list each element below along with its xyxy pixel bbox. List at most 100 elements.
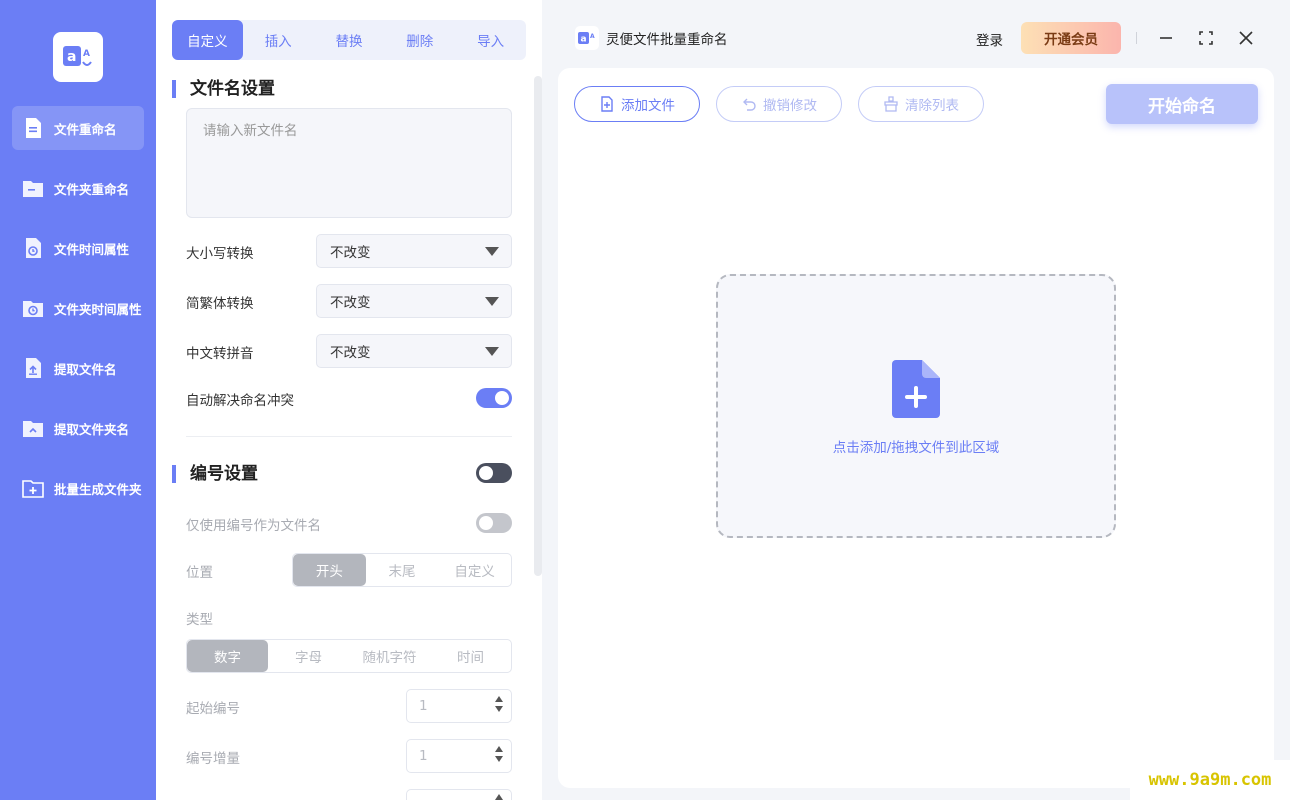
file-plus-icon — [892, 360, 940, 418]
add-file-button[interactable]: 添加文件 — [574, 86, 700, 122]
svg-text:a: a — [581, 35, 587, 45]
divider — [186, 436, 512, 437]
caret-down-icon — [485, 297, 499, 306]
type-label: 类型 — [186, 612, 213, 628]
clear-list-button[interactable]: 清除列表 — [858, 86, 984, 122]
type-option-time[interactable]: 时间 — [430, 640, 511, 672]
vip-button[interactable]: 开通会员 — [1021, 22, 1121, 54]
sidebar-item-file-rename[interactable]: 文件重命名 — [12, 106, 144, 150]
case-label: 大小写转换 — [186, 246, 254, 262]
caret-down-icon — [485, 347, 499, 356]
position-option-end[interactable]: 末尾 — [366, 554, 439, 586]
panel-scrollbar[interactable] — [534, 76, 542, 576]
type-option-letter[interactable]: 字母 — [268, 640, 349, 672]
position-option-custom[interactable]: 自定义 — [438, 554, 511, 586]
sidebar-item-folder-rename[interactable]: 文件夹重命名 — [12, 166, 144, 210]
sidebar-item-label: 文件重命名 — [54, 121, 117, 137]
minimize-icon[interactable] — [1156, 28, 1176, 48]
file-upload-icon — [26, 358, 41, 378]
tab-import[interactable]: 导入 — [455, 20, 526, 60]
tab-replace[interactable]: 替换 — [314, 20, 385, 60]
only-number-label: 仅使用编号作为文件名 — [186, 518, 321, 534]
sidebar-item-label: 提取文件夹名 — [54, 421, 130, 437]
traditional-select-value: 不改变 — [330, 295, 371, 311]
sidebar-item-label: 文件夹重命名 — [54, 181, 130, 197]
case-select-value: 不改变 — [330, 245, 371, 261]
file-list-card: 添加文件 撤销修改 清除列表 开始命名 点击添加/拖拽文件到此区域 — [558, 68, 1274, 788]
tab-custom[interactable]: 自定义 — [172, 20, 243, 60]
stepper-arrows-icon[interactable] — [495, 746, 503, 762]
logo-icon: a A — [63, 46, 92, 66]
stepper-arrows-icon[interactable] — [495, 794, 503, 800]
sidebar-item-extract-foldername[interactable]: 提取文件夹名 — [12, 406, 144, 450]
svg-text:A: A — [83, 49, 90, 59]
maximize-icon[interactable] — [1196, 28, 1216, 48]
type-option-random[interactable]: 随机字符 — [349, 640, 430, 672]
folder-clock-icon — [23, 301, 43, 317]
type-option-number[interactable]: 数字 — [187, 640, 268, 672]
sidebar-item-label: 批量生成文件夹 — [54, 481, 142, 497]
separator — [1136, 32, 1137, 44]
svg-text:a: a — [67, 49, 76, 65]
pinyin-label: 中文转拼音 — [186, 346, 254, 362]
sidebar-item-file-time[interactable]: 文件时间属性 — [12, 226, 144, 270]
broom-icon — [884, 96, 898, 112]
only-number-toggle[interactable] — [476, 513, 512, 533]
numbering-toggle[interactable] — [476, 463, 512, 483]
main-area: aA 灵便文件批量重命名 登录 开通会员 添加文件 撤销修改 清除列表 开始命名 — [542, 0, 1290, 800]
filename-settings-title: 文件名设置 — [172, 80, 275, 98]
step-stepper[interactable]: 1 — [406, 739, 512, 773]
file-doc-icon — [26, 118, 41, 138]
sidebar-item-label: 提取文件名 — [54, 361, 117, 377]
conflict-toggle[interactable] — [476, 388, 512, 408]
position-label: 位置 — [186, 565, 213, 581]
numbering-settings-title: 编号设置 — [172, 465, 258, 483]
mode-tabs: 自定义 插入 替换 删除 导入 — [172, 20, 526, 60]
folder-add-icon — [22, 480, 44, 498]
add-file-label: 添加文件 — [621, 98, 675, 114]
app-logo-icon: aA — [578, 32, 595, 45]
app-icon: aA — [575, 26, 599, 50]
position-segmented: 开头 末尾 自定义 — [292, 553, 512, 587]
sidebar-item-batch-folder[interactable]: 批量生成文件夹 — [12, 466, 144, 510]
svg-text:A: A — [590, 33, 595, 40]
caret-down-icon — [485, 247, 499, 256]
traditional-select[interactable]: 不改变 — [316, 284, 512, 318]
sidebar: a A 文件重命名 文件夹重命名 文件时间属性 文件夹时间属性 提取文件名 提取… — [0, 0, 156, 800]
tab-insert[interactable]: 插入 — [243, 20, 314, 60]
pinyin-select-value: 不改变 — [330, 345, 371, 361]
sidebar-item-label: 文件夹时间属性 — [54, 301, 142, 317]
app-title: 灵便文件批量重命名 — [606, 32, 728, 48]
file-add-icon — [601, 96, 613, 112]
start-number-stepper[interactable]: 1 — [406, 689, 512, 723]
traditional-label: 简繁体转换 — [186, 296, 254, 312]
file-dropzone[interactable]: 点击添加/拖拽文件到此区域 — [716, 274, 1116, 538]
login-link[interactable]: 登录 — [976, 29, 1003, 49]
start-number-value: 1 — [419, 698, 428, 714]
case-select[interactable]: 不改变 — [316, 234, 512, 268]
sidebar-item-folder-time[interactable]: 文件夹时间属性 — [12, 286, 144, 330]
dropzone-hint: 点击添加/拖拽文件到此区域 — [832, 440, 1000, 456]
undo-button[interactable]: 撤销修改 — [716, 86, 842, 122]
folder-up-icon — [23, 421, 43, 437]
step-label: 编号增量 — [186, 751, 240, 767]
position-option-start[interactable]: 开头 — [293, 554, 366, 586]
new-filename-input[interactable]: 请输入新文件名 — [186, 108, 512, 218]
stepper-arrows-icon[interactable] — [495, 696, 503, 712]
next-stepper-partial[interactable] — [406, 789, 512, 800]
undo-label: 撤销修改 — [763, 98, 817, 114]
tab-delete[interactable]: 删除 — [384, 20, 455, 60]
sidebar-item-extract-filename[interactable]: 提取文件名 — [12, 346, 144, 390]
site-watermark: www.9a9m.com — [1130, 760, 1290, 800]
conflict-label: 自动解决命名冲突 — [186, 393, 294, 409]
close-icon[interactable] — [1236, 28, 1256, 48]
sidebar-item-label: 文件时间属性 — [54, 241, 130, 257]
folder-icon — [23, 181, 43, 197]
step-value: 1 — [419, 748, 428, 764]
undo-icon — [743, 98, 756, 111]
pinyin-select[interactable]: 不改变 — [316, 334, 512, 368]
titlebar: aA 灵便文件批量重命名 登录 开通会员 — [542, 0, 1290, 68]
start-rename-button[interactable]: 开始命名 — [1106, 84, 1258, 124]
settings-panel: 自定义 插入 替换 删除 导入 文件名设置 请输入新文件名 大小写转换 不改变 … — [156, 0, 542, 800]
type-segmented: 数字 字母 随机字符 时间 — [186, 639, 512, 673]
